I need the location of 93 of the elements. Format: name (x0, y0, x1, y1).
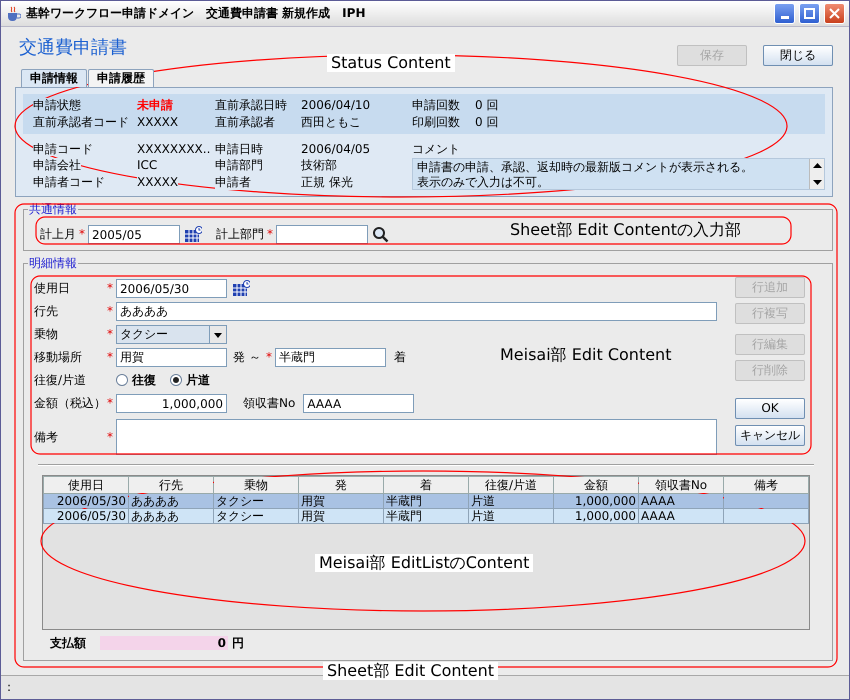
total-label: 支払額 (50, 636, 86, 650)
radio-option[interactable]: 片道 (170, 373, 210, 388)
tab[interactable]: 申請情報 (21, 69, 87, 87)
column-header[interactable]: 乗物 (214, 476, 298, 494)
column-header[interactable]: 備考 (724, 476, 808, 494)
maximize-icon (802, 6, 817, 21)
comment-text: 申請書の申請、承認、返却時の最新版コメントが表示される。 (417, 160, 754, 175)
page-title: 交通費申請書 (19, 37, 127, 59)
field-label: 申請状態 (33, 98, 81, 112)
input-field[interactable]: 半蔵門 (275, 348, 386, 367)
field-value: 0 回 (475, 98, 498, 112)
input-field[interactable]: AAAA (303, 394, 414, 413)
field-label: 申請者 (215, 175, 251, 190)
close-button[interactable]: 閉じる (763, 45, 833, 66)
close-icon (827, 6, 842, 21)
column-header[interactable]: 着 (384, 476, 468, 494)
input-field[interactable]: 用賀 (116, 348, 227, 367)
input-field[interactable]: 1,000,000 (116, 394, 227, 413)
field-value: 正規 保光 (301, 175, 353, 190)
ok-button[interactable]: OK (735, 398, 805, 419)
unit-label: 円 (232, 636, 244, 650)
column-header[interactable]: 使用日 (44, 476, 128, 494)
table-cell: ああああ (128, 494, 214, 508)
annotation-label: Sheet部 Edit Contentの入力部 (509, 221, 742, 239)
table-cell: 2006/05/30 (44, 508, 128, 524)
minimize-icon (780, 16, 788, 19)
dropdown[interactable]: タクシー (116, 325, 227, 344)
table-cell: 用賀 (298, 494, 384, 508)
table-cell: AAAA (638, 508, 724, 524)
total-field: 0 (100, 636, 228, 650)
field-value: 技術部 (301, 158, 337, 174)
input-field[interactable]: 2006/05/30 (116, 279, 227, 298)
field-label: 直前承認者コード (33, 115, 129, 130)
field-label: 申請回数 (412, 98, 460, 112)
table-cell: 用賀 (298, 508, 384, 524)
annotation-label: Meisai部 Edit Content (499, 346, 672, 364)
calendar-icon[interactable] (232, 280, 250, 297)
table-cell: 半蔵門 (384, 508, 468, 524)
table-cell: 1,000,000 (554, 494, 638, 508)
field-value: 2006/04/05 (301, 142, 370, 156)
table-cell: タクシー (214, 508, 298, 524)
window-title: 基幹ワークフロー申請ドメイン 交通費申請書 新規作成 IPH (26, 6, 366, 21)
field-value: 0 回 (475, 115, 498, 130)
column-header[interactable]: 発 (298, 476, 384, 494)
table-cell: 1,000,000 (554, 508, 638, 524)
input-field[interactable]: 2005/05 (88, 225, 180, 244)
table-cell: 半蔵門 (384, 494, 468, 508)
field-label: 計上部門 (216, 227, 264, 242)
field-label: 申請部門 (215, 158, 263, 174)
annotation-label: Meisai部 EditListのContent (315, 554, 534, 572)
table-cell: ああああ (128, 508, 214, 524)
field-label: 申請者コード (33, 175, 105, 190)
table-cell: 片道 (468, 508, 554, 524)
annotation-label: Status Content (327, 54, 455, 72)
tab[interactable]: 申請履歴 (88, 69, 154, 87)
close-button[interactable] (824, 3, 845, 24)
calendar-icon[interactable] (184, 226, 202, 243)
table-cell: AAAA (638, 494, 724, 508)
input-field[interactable] (276, 225, 368, 244)
field-label: 直前承認者 (215, 115, 275, 130)
table-cell: 2006/05/30 (44, 494, 128, 508)
field-label: 着 (394, 350, 406, 365)
field-label: 発 (233, 350, 245, 365)
memo-field[interactable] (116, 419, 717, 455)
field-label: 印刷回数 (412, 115, 460, 130)
search-icon[interactable] (372, 226, 389, 243)
annotation-label: Sheet部 Edit Content (323, 662, 498, 680)
column-header[interactable]: 金額 (554, 476, 638, 494)
field-label: 領収書No (243, 396, 296, 411)
table-cell: タクシー (214, 494, 298, 508)
minimize-button[interactable] (774, 3, 795, 24)
field-value: 未申請 (137, 98, 173, 112)
field-label: 申請コード (33, 142, 93, 156)
status-bar-text: : (7, 680, 12, 694)
field-label: 申請会社 (33, 158, 81, 174)
column-header[interactable]: 往復/片道 (468, 476, 554, 494)
input-field[interactable]: ああああ (116, 302, 717, 321)
cancel-button[interactable]: キャンセル (735, 425, 805, 446)
field-value: 2006/04/10 (301, 98, 370, 112)
radio-option[interactable]: 往復 (116, 373, 156, 388)
comment-text: 表示のみで入力は不可。 (417, 174, 550, 189)
field-label: 計上月 (40, 227, 76, 242)
field-value: 西田ともこ (301, 115, 361, 130)
field-label: 直前承認日時 (215, 98, 287, 112)
cup-icon (5, 5, 21, 22)
table-cell: 片道 (468, 494, 554, 508)
comment-label: コメント (412, 142, 460, 156)
maximize-button[interactable] (799, 3, 820, 24)
field-label: 申請日時 (215, 142, 263, 156)
comment-box[interactable]: 申請書の申請、承認、返却時の最新版コメントが表示される。 表示のみで入力は不可。 (412, 158, 825, 190)
column-header[interactable]: 行先 (128, 476, 214, 494)
group-title: 明細情報 (28, 256, 78, 270)
column-header[interactable]: 領収書No (638, 476, 724, 494)
